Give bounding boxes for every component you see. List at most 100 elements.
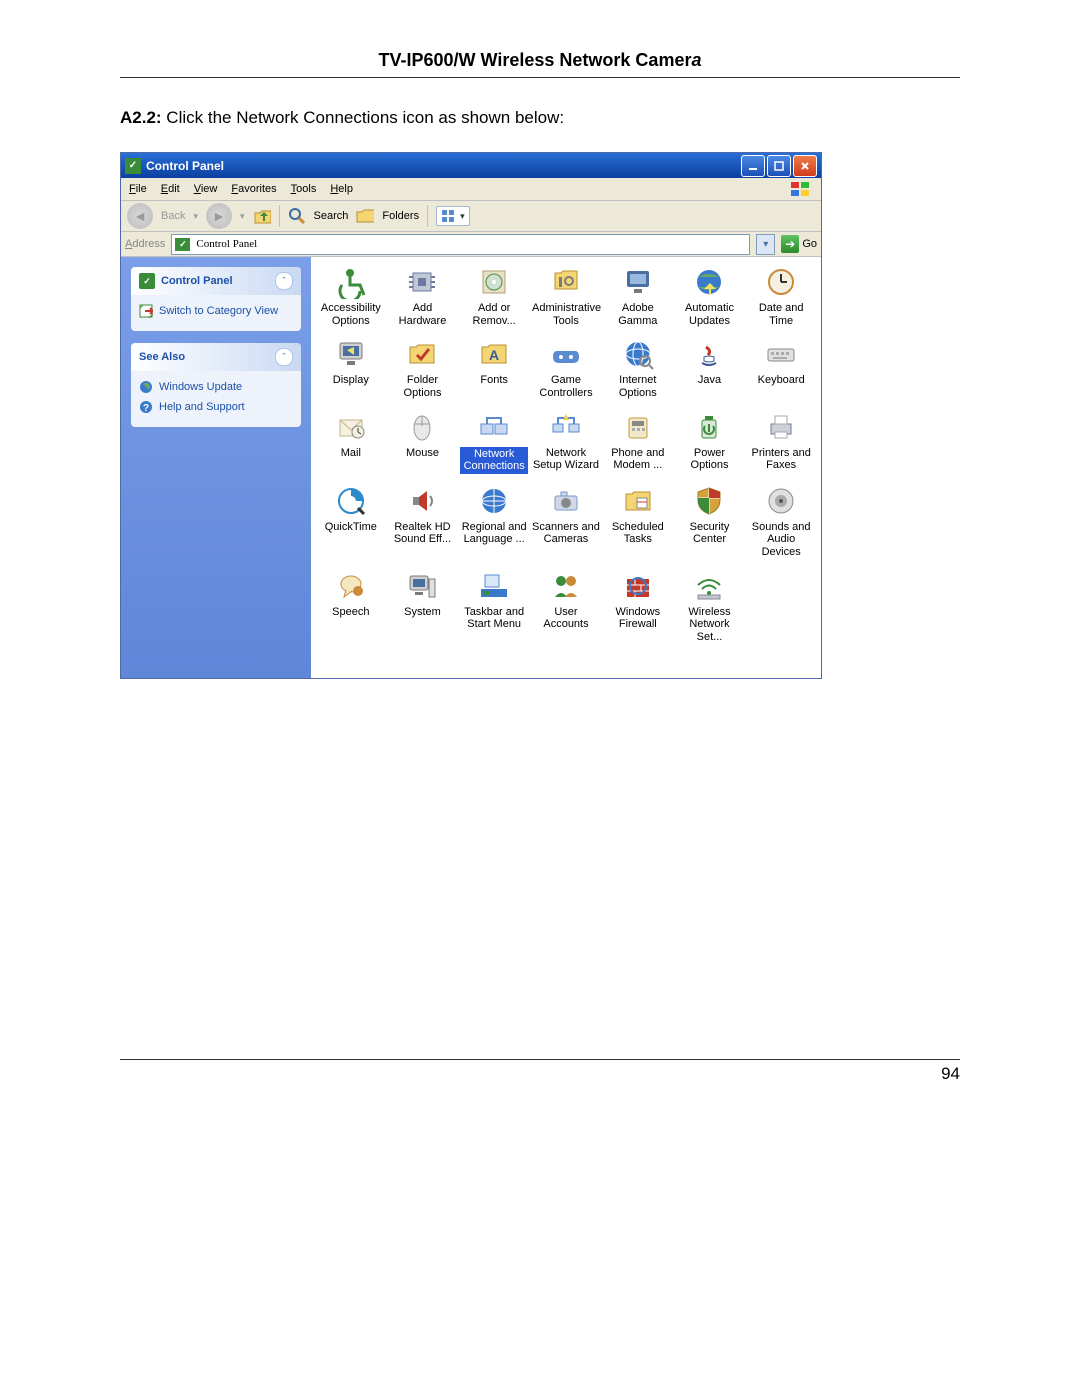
panel-cp-header[interactable]: ✓ Control Panel ˆ <box>131 267 301 295</box>
cp-item-sounds[interactable]: Sounds and Audio Devices <box>747 484 815 559</box>
up-folder-button[interactable] <box>253 207 271 225</box>
printers-label: Printers and Faxes <box>747 447 815 472</box>
page-number: 94 <box>941 1064 960 1083</box>
phone-modem-icon <box>621 410 655 444</box>
address-label: Address <box>125 238 165 250</box>
folders-button[interactable]: Folders <box>382 210 419 222</box>
keyboard-icon <box>764 337 798 371</box>
address-box[interactable]: ✓ <box>171 234 750 255</box>
cp-item-system[interactable]: System <box>389 569 457 644</box>
folder-options-label: Folder Options <box>389 374 457 399</box>
inet-opts-icon <box>621 337 655 371</box>
users-label: User Accounts <box>532 606 600 631</box>
cp-item-keyboard[interactable]: Keyboard <box>747 337 815 399</box>
cp-item-firewall[interactable]: Windows Firewall <box>604 569 672 644</box>
printers-icon <box>764 410 798 444</box>
address-input[interactable] <box>194 237 746 251</box>
panel-see-also: See Also ˆ Windows Update ? <box>131 343 301 427</box>
address-cp-icon: ✓ <box>175 238 190 251</box>
step-label: A2.2: <box>120 108 162 127</box>
scanners-icon <box>549 484 583 518</box>
panel-control-panel: ✓ Control Panel ˆ Switch to Category Vie… <box>131 267 301 331</box>
menu-favorites[interactable]: Favorites <box>231 183 276 195</box>
add-remove-label: Add or Remov... <box>460 302 528 327</box>
cp-item-sched-tasks[interactable]: Scheduled Tasks <box>604 484 672 559</box>
screenshot-window: ✓ Control Panel File Edit View Favorites… <box>120 152 822 679</box>
window-titlebar[interactable]: ✓ Control Panel <box>121 153 821 178</box>
cp-item-java[interactable]: Java <box>676 337 744 399</box>
cp-item-fonts[interactable]: AFonts <box>460 337 528 399</box>
minimize-button[interactable] <box>741 155 765 177</box>
cp-item-accessibility[interactable]: Accessibility Options <box>317 265 385 327</box>
system-label: System <box>404 606 441 619</box>
cp-item-inet-opts[interactable]: Internet Options <box>604 337 672 399</box>
windows-update-link[interactable]: Windows Update <box>139 377 293 397</box>
menu-bar: File Edit View Favorites Tools Help <box>121 178 821 201</box>
sched-tasks-icon <box>621 484 655 518</box>
menu-file[interactable]: File <box>129 183 147 195</box>
go-button[interactable]: ➔ Go <box>781 235 817 253</box>
cp-item-adobe-gamma[interactable]: Adobe Gamma <box>604 265 672 327</box>
cp-item-network-setup[interactable]: Network Setup Wizard <box>532 410 600 474</box>
cp-item-auto-updates[interactable]: Automatic Updates <box>676 265 744 327</box>
panel-seealso-header[interactable]: See Also ˆ <box>131 343 301 371</box>
menu-help[interactable]: Help <box>330 183 353 195</box>
help-support-link[interactable]: ? Help and Support <box>139 397 293 417</box>
close-button[interactable] <box>793 155 817 177</box>
power-label: Power Options <box>676 447 744 472</box>
cp-item-mouse[interactable]: Mouse <box>389 410 457 474</box>
views-button[interactable]: ▾ <box>436 206 470 226</box>
cp-item-date-time[interactable]: Date and Time <box>747 265 815 327</box>
cp-item-power[interactable]: Power Options <box>676 410 744 474</box>
cp-item-game-ctrl[interactable]: Game Controllers <box>532 337 600 399</box>
address-dropdown-button[interactable]: ▾ <box>756 234 775 255</box>
cp-item-admin-tools[interactable]: Administrative Tools <box>532 265 600 327</box>
cp-item-display[interactable]: Display <box>317 337 385 399</box>
see-also-title: See Also <box>139 351 185 363</box>
cp-item-scanners[interactable]: Scanners and Cameras <box>532 484 600 559</box>
cp-item-regional[interactable]: Regional and Language ... <box>460 484 528 559</box>
cp-item-users[interactable]: User Accounts <box>532 569 600 644</box>
cp-item-quicktime[interactable]: QuickTime <box>317 484 385 559</box>
sched-tasks-label: Scheduled Tasks <box>604 521 672 546</box>
side-panel: ✓ Control Panel ˆ Switch to Category Vie… <box>121 257 311 679</box>
network-conn-label: Network Connections <box>460 447 528 474</box>
firewall-label: Windows Firewall <box>604 606 672 631</box>
panel-cp-title: Control Panel <box>161 275 233 287</box>
cp-item-add-hardware[interactable]: Add Hardware <box>389 265 457 327</box>
accessibility-icon <box>334 265 368 299</box>
cp-item-sec-center[interactable]: Security Center <box>676 484 744 559</box>
collapse-icon[interactable]: ˆ <box>275 272 293 290</box>
maximize-button[interactable] <box>767 155 791 177</box>
forward-button[interactable]: ► <box>206 203 232 229</box>
admin-tools-label: Administrative Tools <box>532 302 600 327</box>
menu-tools[interactable]: Tools <box>291 183 317 195</box>
cp-item-folder-options[interactable]: Folder Options <box>389 337 457 399</box>
display-icon <box>334 337 368 371</box>
doc-header: TV-IP600/W Wireless Network Camera <box>120 50 960 78</box>
switch-category-view-link[interactable]: Switch to Category View <box>139 301 293 321</box>
menu-view[interactable]: View <box>194 183 218 195</box>
cp-item-add-remove[interactable]: Add or Remov... <box>460 265 528 327</box>
cp-item-wireless[interactable]: Wireless Network Set... <box>676 569 744 644</box>
cp-item-speech[interactable]: Speech <box>317 569 385 644</box>
system-icon <box>405 569 439 603</box>
doc-title-main: TV-IP600/W Wireless Network Camer <box>379 50 692 70</box>
search-button[interactable]: Search <box>314 210 349 222</box>
java-label: Java <box>698 374 721 387</box>
cp-item-taskbar[interactable]: Taskbar and Start Menu <box>460 569 528 644</box>
cp-item-realtek[interactable]: Realtek HD Sound Eff... <box>389 484 457 559</box>
quicktime-icon <box>334 484 368 518</box>
taskbar-label: Taskbar and Start Menu <box>460 606 528 631</box>
mail-icon <box>334 410 368 444</box>
cp-header-icon: ✓ <box>139 273 155 289</box>
collapse-icon[interactable]: ˆ <box>275 348 293 366</box>
menu-edit[interactable]: Edit <box>161 183 180 195</box>
back-button[interactable]: ◄ <box>127 203 153 229</box>
window-title: Control Panel <box>146 159 741 173</box>
cp-item-phone-modem[interactable]: Phone and Modem ... <box>604 410 672 474</box>
adobe-gamma-label: Adobe Gamma <box>604 302 672 327</box>
cp-item-printers[interactable]: Printers and Faxes <box>747 410 815 474</box>
cp-item-network-conn[interactable]: Network Connections <box>460 410 528 474</box>
cp-item-mail[interactable]: Mail <box>317 410 385 474</box>
